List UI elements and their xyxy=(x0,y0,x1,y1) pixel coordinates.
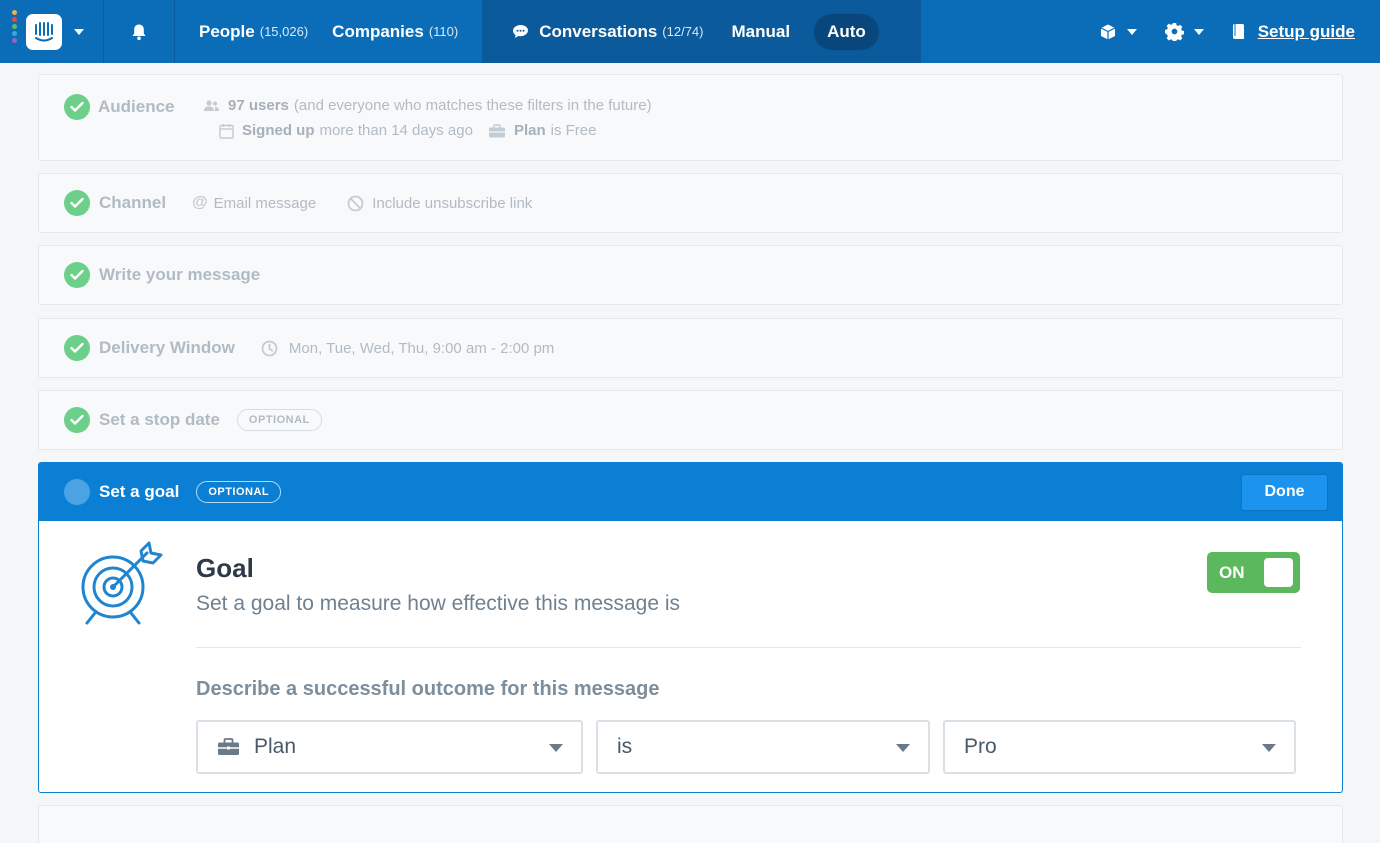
conversations-nav: Conversations (12/74) Manual Auto xyxy=(482,0,922,63)
nav-conversations-count: (12/74) xyxy=(662,24,704,39)
done-button[interactable]: Done xyxy=(1241,473,1328,511)
chevron-down-icon xyxy=(1126,28,1137,35)
optional-badge: OPTIONAL xyxy=(196,481,282,503)
right-nav: Setup guide xyxy=(1071,0,1380,63)
step-channel[interactable]: Channel @ Email message Include unsubscr… xyxy=(38,173,1343,233)
delivery-schedule: Mon, Tue, Wed, Thu, 9:00 am - 2:00 pm xyxy=(261,340,554,357)
divider xyxy=(196,647,1301,648)
setup-guide-link[interactable]: Setup guide xyxy=(1232,22,1355,42)
delivery-schedule-text: Mon, Tue, Wed, Thu, 9:00 am - 2:00 pm xyxy=(288,339,555,357)
optional-badge: OPTIONAL xyxy=(236,409,322,431)
gear-icon xyxy=(1164,22,1184,41)
check-icon xyxy=(64,94,90,120)
audience-filters: Signed up more than 14 days ago Plan is … xyxy=(219,122,596,139)
filter2-condition: is Free xyxy=(550,122,597,139)
chevron-down-icon[interactable] xyxy=(74,28,84,35)
goal-value-select[interactable]: Pro xyxy=(943,720,1296,774)
setup-guide-label: Setup guide xyxy=(1257,21,1355,41)
goal-operator-value: is xyxy=(617,735,633,758)
step-audience[interactable]: Audience 97 users (and everyone who matc… xyxy=(38,74,1343,161)
goal-header[interactable]: Set a goal OPTIONAL Done xyxy=(39,463,1342,521)
check-icon xyxy=(64,262,90,288)
nav-companies-count: (110) xyxy=(428,24,459,39)
audience-user-count: 97 users xyxy=(228,97,289,114)
chevron-down-icon xyxy=(1193,28,1204,35)
toggle-knob xyxy=(1264,558,1293,587)
channel-email-label: Email message xyxy=(213,194,317,212)
check-icon xyxy=(64,407,90,433)
nav-companies[interactable]: Companies (110) xyxy=(332,22,458,42)
chevron-down-icon xyxy=(896,744,910,752)
step-delivery-window[interactable]: Delivery Window Mon, Tue, Wed, Thu, 9:00… xyxy=(38,318,1343,378)
goal-attribute-select[interactable]: Plan xyxy=(196,720,583,774)
nav-companies-label: Companies xyxy=(332,21,424,41)
calendar-icon xyxy=(219,123,234,139)
channel-unsubscribe: Include unsubscribe link xyxy=(347,195,532,212)
nav-people-count: (15,026) xyxy=(259,24,309,39)
filter2-attribute: Plan xyxy=(513,122,546,139)
nav-auto[interactable]: Auto xyxy=(814,13,879,50)
step-stop-date-title: Set a stop date xyxy=(99,410,220,429)
notifications-button[interactable] xyxy=(104,0,175,63)
nav-people[interactable]: People (15,026) xyxy=(199,22,308,42)
nav-people-label: People xyxy=(199,21,255,41)
users-icon xyxy=(203,99,220,112)
chevron-down-icon xyxy=(549,744,563,752)
outcome-label: Describe a successful outcome for this m… xyxy=(196,678,660,700)
settings-menu[interactable] xyxy=(1164,22,1204,41)
chat-bubble-icon xyxy=(513,25,529,38)
audience-user-note: (and everyone who matches these filters … xyxy=(293,97,652,114)
step-set-goal: Set a goal OPTIONAL Done Goal Set a goal… xyxy=(38,462,1343,793)
step-message-title: Write your message xyxy=(99,265,261,284)
nav-manual[interactable]: Manual xyxy=(732,22,791,42)
step-status-circle xyxy=(64,479,90,505)
channel-unsubscribe-label: Include unsubscribe link xyxy=(372,194,533,212)
filter1-condition: more than 14 days ago xyxy=(319,122,473,139)
goal-operator-select[interactable]: is xyxy=(596,720,930,774)
goal-subheading: Set a goal to measure how effective this… xyxy=(196,592,681,615)
goal-heading: Goal xyxy=(196,553,254,583)
at-sign-icon: @ xyxy=(192,194,208,211)
goal-value: Pro xyxy=(964,735,997,758)
app-color-dots xyxy=(12,10,17,43)
goal-toggle[interactable]: ON xyxy=(1207,552,1300,593)
main-nav: People (15,026) Companies (110) xyxy=(175,0,482,63)
blocked-icon xyxy=(347,195,364,212)
target-icon xyxy=(79,541,165,632)
briefcase-icon xyxy=(217,738,240,756)
book-icon xyxy=(1232,24,1244,39)
next-step-card[interactable] xyxy=(38,805,1343,843)
step-audience-title: Audience xyxy=(98,97,175,116)
cube-icon xyxy=(1100,24,1115,39)
apps-menu[interactable] xyxy=(1099,23,1137,41)
bell-icon xyxy=(132,24,146,40)
step-write-message[interactable]: Write your message xyxy=(38,245,1343,305)
intercom-logo[interactable] xyxy=(26,13,62,50)
step-stop-date[interactable]: Set a stop date OPTIONAL xyxy=(38,390,1343,450)
chevron-down-icon xyxy=(1262,744,1276,752)
check-icon xyxy=(64,335,90,361)
channel-email: @ Email message xyxy=(192,194,316,212)
step-delivery-title: Delivery Window xyxy=(99,338,235,357)
briefcase-icon xyxy=(488,123,506,138)
filter1-attribute: Signed up xyxy=(242,122,315,139)
step-goal-title: Set a goal xyxy=(99,482,180,501)
nav-conversations-label: Conversations xyxy=(539,21,658,41)
clock-icon xyxy=(261,340,278,357)
audience-users: 97 users (and everyone who matches these… xyxy=(203,97,652,114)
goal-toggle-label: ON xyxy=(1219,562,1245,582)
top-nav: People (15,026) Companies (110) Conversa… xyxy=(0,0,1380,63)
nav-conversations[interactable]: Conversations (12/74) xyxy=(512,21,704,42)
step-channel-title: Channel xyxy=(99,193,167,212)
app-menu[interactable] xyxy=(0,0,104,63)
check-icon xyxy=(64,190,90,216)
goal-attribute-value: Plan xyxy=(254,735,297,758)
